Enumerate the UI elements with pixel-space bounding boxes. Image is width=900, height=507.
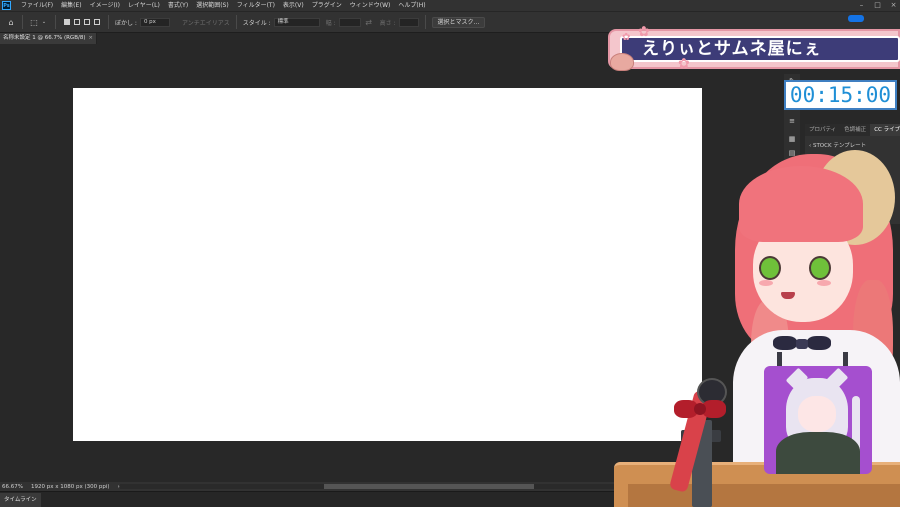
tab-timeline[interactable]: タイムライン: [0, 493, 41, 507]
divider: [22, 15, 23, 29]
desk-front: [628, 484, 900, 507]
avatar-eye: [759, 256, 781, 280]
zoom-level[interactable]: 66.67%: [2, 484, 23, 490]
menu-edit[interactable]: 編集(E): [57, 0, 85, 11]
sakura-icon: ✿: [678, 56, 690, 72]
chevron-down-icon[interactable]: ⌄: [39, 17, 49, 27]
horizontal-scrollbar[interactable]: [120, 484, 680, 489]
subtract-selection-icon[interactable]: [84, 19, 90, 25]
divider: [55, 15, 56, 29]
style-label: スタイル :: [242, 19, 271, 27]
height-label: 高さ :: [379, 19, 396, 27]
menu-bar: Ps ファイル(F) 編集(E) イメージ(I) レイヤー(L) 書式(Y) 選…: [0, 0, 900, 11]
avatar-bow: [773, 336, 833, 354]
menu-items: ファイル(F) 編集(E) イメージ(I) レイヤー(L) 書式(Y) 選択範囲…: [17, 0, 430, 11]
menu-type[interactable]: 書式(Y): [164, 0, 192, 11]
menu-select[interactable]: 選択範囲(S): [192, 0, 233, 11]
avatar-blush: [759, 280, 773, 286]
menu-layer[interactable]: レイヤー(L): [124, 0, 164, 11]
mic-ribbon-icon: [674, 400, 728, 422]
menu-view[interactable]: 表示(V): [279, 0, 308, 11]
intersect-selection-icon[interactable]: [94, 19, 100, 25]
width-input[interactable]: [338, 17, 361, 27]
style-select[interactable]: 標準: [273, 17, 320, 27]
guest-portrait-sticker: [764, 366, 872, 474]
sakura-icon: ✿: [622, 32, 631, 43]
share-button[interactable]: [848, 15, 864, 22]
adjust-icon[interactable]: ≡: [784, 114, 800, 128]
new-selection-icon[interactable]: [64, 19, 70, 25]
bunny-mascot-icon: [610, 53, 634, 71]
menu-help[interactable]: ヘルプ(H): [394, 0, 429, 11]
photoshop-logo-icon: Ps: [2, 1, 11, 10]
stream-title: えりぃとサムネ屋にぇ: [642, 39, 822, 59]
width-label: 幅 :: [325, 19, 336, 27]
avatar-blush: [817, 280, 831, 286]
document-size: 1920 px x 1080 px (300 ppi): [30, 483, 110, 490]
avatar-bangs: [739, 166, 863, 242]
scrollbar-thumb[interactable]: [324, 484, 534, 489]
divider: [108, 15, 109, 29]
document-title: 名称未設定 1 @ 66.7% (RGB/8): [3, 35, 86, 41]
tab-adjustments[interactable]: 色調補正: [840, 124, 870, 136]
home-icon[interactable]: ⌂: [6, 17, 16, 27]
countdown-timer: 00:15:00: [784, 80, 897, 110]
stream-title-banner: えりぃとサムネ屋にぇ ✿ ✿ ✿: [608, 25, 900, 73]
tab-cc-libraries[interactable]: CC ライブラリ: [870, 124, 900, 136]
avatar-eye: [809, 256, 831, 280]
document-canvas[interactable]: [73, 88, 702, 441]
menu-plugins[interactable]: プラグイン: [308, 0, 346, 11]
menu-file[interactable]: ファイル(F): [17, 0, 57, 11]
divider: [424, 15, 426, 29]
guest-face: [798, 396, 836, 432]
select-and-mask-button[interactable]: 選択とマスク...: [431, 16, 486, 28]
menu-window[interactable]: ウィンドウ(W): [346, 0, 395, 11]
sakura-icon: ✿: [638, 24, 650, 40]
menu-image[interactable]: イメージ(I): [86, 0, 124, 11]
banner-inner: えりぃとサムネ屋にぇ: [620, 36, 900, 62]
feather-label: ぼかし :: [115, 19, 137, 27]
swap-icon[interactable]: ⇄: [364, 17, 374, 27]
document-tab[interactable]: 名称未設定 1 @ 66.7% (RGB/8) ×: [0, 33, 97, 44]
add-selection-icon[interactable]: [74, 19, 80, 25]
tab-properties[interactable]: プロパティ: [805, 124, 840, 136]
minimize-icon[interactable]: –: [857, 1, 866, 10]
maximize-icon[interactable]: □: [873, 1, 882, 10]
marquee-tool-icon[interactable]: ⬚: [29, 17, 39, 27]
height-input[interactable]: [398, 17, 419, 27]
divider: [235, 15, 237, 29]
antialias-checkbox[interactable]: アンチエイリアス: [182, 18, 230, 27]
close-window-icon[interactable]: ×: [889, 1, 898, 10]
feather-input[interactable]: 0 px: [139, 17, 170, 27]
panel-tabs: プロパティ 色調補正 CC ライブラリ: [805, 124, 900, 136]
menu-filter[interactable]: フィルター(T): [233, 0, 279, 11]
close-tab-icon[interactable]: ×: [88, 33, 93, 44]
guest-hoodie: [776, 432, 860, 474]
